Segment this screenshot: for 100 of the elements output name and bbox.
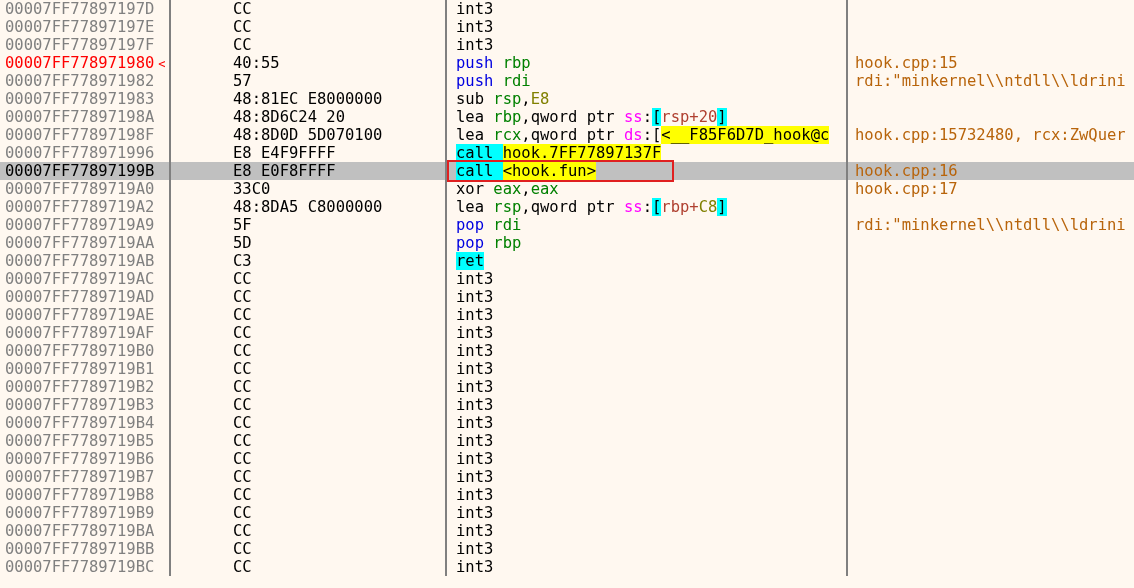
bytes-text: CC — [233, 18, 252, 36]
table-row[interactable]: 00007FF7789719B3 CC int3 — [0, 396, 1134, 414]
address-text: 00007FF778971980 — [5, 54, 155, 72]
table-row[interactable]: 00007FF77897197E CC int3 — [0, 18, 1134, 36]
table-row[interactable]: 00007FF7789719B9 CC int3 — [0, 504, 1134, 522]
address-text: 00007FF778971996 — [5, 144, 155, 162]
table-row[interactable]: 00007FF7789719B5 CC int3 — [0, 432, 1134, 450]
instruction-text: pop rdi — [456, 216, 522, 234]
bytes-text: CC — [233, 486, 252, 504]
table-row[interactable]: 00007FF7789719BA CC int3 — [0, 522, 1134, 540]
bytes-text: 5F — [233, 216, 252, 234]
instruction-text: int3 — [456, 468, 494, 486]
bytes-text: 33C0 — [233, 180, 271, 198]
instruction-text: int3 — [456, 306, 494, 324]
bytes-text: 48:8D0D 5D070100 — [233, 126, 383, 144]
address-text: 00007FF77897197D — [5, 0, 155, 18]
address-text: 00007FF77897198A — [5, 108, 155, 126]
table-row[interactable]: 00007FF77897197F CC int3 — [0, 36, 1134, 54]
bytes-text: CC — [233, 36, 252, 54]
table-row[interactable]: 00007FF7789719B1 CC int3 — [0, 360, 1134, 378]
instruction-text: int3 — [456, 522, 494, 540]
table-row[interactable]: 00007FF778971980 < 40:55 push rbp hook.cpp:15 — [0, 54, 1134, 72]
table-row[interactable]: 00007FF7789719AE CC int3 — [0, 306, 1134, 324]
bytes-text: CC — [233, 0, 252, 18]
table-row[interactable]: 00007FF7789719B8 CC int3 — [0, 486, 1134, 504]
address-text: 00007FF77897197F — [5, 36, 155, 54]
address-text: 00007FF7789719AC — [5, 270, 155, 288]
table-row[interactable]: 00007FF7789719BB CC int3 — [0, 540, 1134, 558]
table-row[interactable]: 00007FF7789719B6 CC int3 — [0, 450, 1134, 468]
table-row[interactable]: 00007FF7789719A9 5F pop rdi rdi:"minkernel\\ntdll\\ldrini — [0, 216, 1134, 234]
comment-text: rdi:"minkernel\\ntdll\\ldrini — [855, 72, 1126, 90]
bytes-text: CC — [233, 414, 252, 432]
table-row[interactable]: 00007FF7789719AB C3 ret — [0, 252, 1134, 270]
comment-text: hook.cpp:17 — [855, 180, 958, 198]
instruction-text: int3 — [456, 540, 494, 558]
instruction-text: int3 — [456, 18, 494, 36]
instruction-text: int3 — [456, 486, 494, 504]
address-text: 00007FF7789719AF — [5, 324, 155, 342]
table-row[interactable]: 00007FF7789719AF CC int3 — [0, 324, 1134, 342]
bytes-text: E8 E4F9FFFF — [233, 144, 336, 162]
instruction-text: sub rsp,E8 — [456, 90, 550, 108]
bytes-text: CC — [233, 468, 252, 486]
table-row[interactable]: 00007FF778971982 57 push rdi rdi:"minkernel\\ntdll\\ldrini — [0, 72, 1134, 90]
bytes-text: 57 — [233, 72, 252, 90]
address-text: 00007FF778971982 — [5, 72, 155, 90]
address-text: 00007FF7789719B2 — [5, 378, 155, 396]
instruction-text: int3 — [456, 396, 494, 414]
instruction-text: call <hook.fun> — [456, 162, 596, 180]
instruction-text: int3 — [456, 432, 494, 450]
address-text: 00007FF7789719AD — [5, 288, 155, 306]
instruction-text: int3 — [456, 288, 494, 306]
bytes-text: CC — [233, 558, 252, 576]
bytes-text: 48:8DA5 C8000000 — [233, 198, 383, 216]
instruction-text: int3 — [456, 504, 494, 522]
table-row[interactable]: 00007FF77897197D CC int3 — [0, 0, 1134, 18]
bytes-text: 48:8D6C24 20 — [233, 108, 345, 126]
address-text: 00007FF7789719BC — [5, 558, 155, 576]
table-row[interactable]: 00007FF7789719BC CC int3 — [0, 558, 1134, 576]
address-text: 00007FF77897198F — [5, 126, 155, 144]
table-row[interactable]: 00007FF7789719B2 CC int3 — [0, 378, 1134, 396]
address-text: 00007FF7789719A9 — [5, 216, 155, 234]
instruction-text: pop rbp — [456, 234, 522, 252]
bytes-text: CC — [233, 342, 252, 360]
instruction-text: int3 — [456, 558, 494, 576]
address-text: 00007FF7789719A0 — [5, 180, 155, 198]
address-text: 00007FF7789719AE — [5, 306, 155, 324]
table-row[interactable]: 00007FF7789719A2 48:8DA5 C8000000 lea rsp,qword ptr ss:[rbp+C8] — [0, 198, 1134, 216]
bytes-text: C3 — [233, 252, 252, 270]
instruction-text: int3 — [456, 0, 494, 18]
instruction-text: lea rsp,qword ptr ss:[rbp+C8] — [456, 198, 727, 216]
table-row[interactable]: 00007FF7789719B4 CC int3 — [0, 414, 1134, 432]
address-text: 00007FF7789719B7 — [5, 468, 155, 486]
instruction-text: int3 — [456, 378, 494, 396]
address-text: 00007FF7789719A2 — [5, 198, 155, 216]
comment-text: hook.cpp:15 — [855, 54, 958, 72]
table-row[interactable]: 00007FF7789719AC CC int3 — [0, 270, 1134, 288]
bytes-text: CC — [233, 378, 252, 396]
table-row[interactable]: 00007FF7789719B0 CC int3 — [0, 342, 1134, 360]
comment-text: rdi:"minkernel\\ntdll\\ldrini — [855, 216, 1126, 234]
bytes-text: 48:81EC E8000000 — [233, 90, 383, 108]
table-row[interactable]: 00007FF77897199B E8 E0F8FFFF call <hook.fun> hook.cpp:16 — [0, 162, 1134, 180]
bytes-text: CC — [233, 288, 252, 306]
instruction-text: ret — [456, 252, 484, 270]
instruction-text: int3 — [456, 414, 494, 432]
bytes-text: CC — [233, 450, 252, 468]
address-text: 00007FF778971983 — [5, 90, 155, 108]
address-text: 00007FF7789719B9 — [5, 504, 155, 522]
address-text: 00007FF77897199B — [5, 162, 155, 180]
bytes-text: CC — [233, 504, 252, 522]
bytes-text: CC — [233, 432, 252, 450]
instruction-text: lea rbp,qword ptr ss:[rsp+20] — [456, 108, 727, 126]
bytes-text: E8 E0F8FFFF — [233, 162, 336, 180]
comment-text: hook.cpp:16 — [855, 162, 958, 180]
address-text: 00007FF7789719B8 — [5, 486, 155, 504]
table-row[interactable]: 00007FF7789719B7 CC int3 — [0, 468, 1134, 486]
address-text: 00007FF7789719B6 — [5, 450, 155, 468]
address-text: 00007FF77897197E — [5, 18, 155, 36]
table-row[interactable]: 00007FF7789719AD CC int3 — [0, 288, 1134, 306]
address-text: 00007FF7789719B5 — [5, 432, 155, 450]
address-text: 00007FF7789719BB — [5, 540, 155, 558]
